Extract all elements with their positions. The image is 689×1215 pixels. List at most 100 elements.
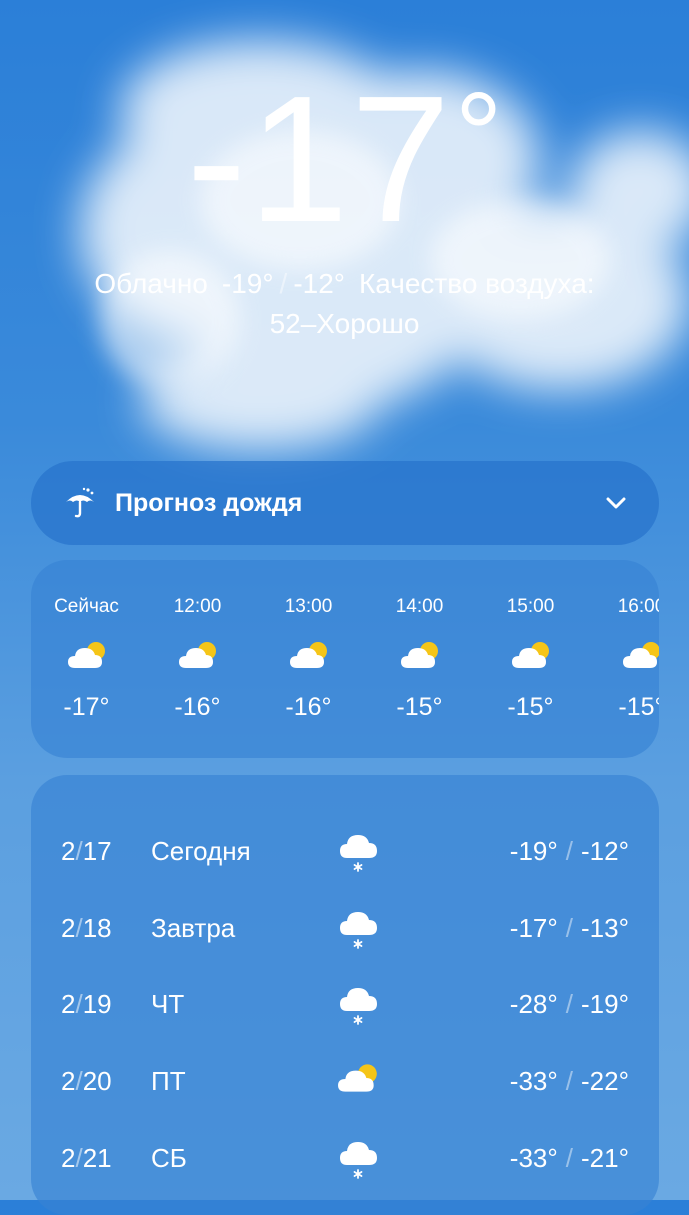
hourly-item: Сейчас -17° [31, 560, 142, 758]
temp-separator: / [565, 836, 574, 866]
daily-row[interactable]: 2/21 СБ -33° / -21° [31, 1127, 659, 1187]
date-separator: / [75, 1143, 83, 1173]
daily-day: 20 [82, 1066, 112, 1096]
date-separator: / [75, 989, 83, 1019]
current-summary[interactable]: Облачно -19° / -12° Качество воздуха: 52–Хор… [40, 264, 649, 344]
hourly-temp: -16° [174, 693, 221, 721]
daily-day-name: Завтра [151, 913, 236, 943]
snow-icon [340, 835, 377, 872]
hourly-time: 12:00 [173, 596, 222, 617]
daily-icon [337, 1060, 381, 1104]
hourly-time: Сейчас [54, 596, 119, 617]
hourly-item: 15:00 -15° [475, 560, 586, 758]
snow-icon [340, 988, 377, 1025]
daily-low: -33° [509, 1066, 558, 1096]
daily-day: 19 [82, 989, 112, 1019]
daily-low: -28° [509, 989, 558, 1019]
daily-icon [337, 907, 381, 951]
current-high: -12° [293, 268, 345, 299]
daily-temps: -17° / -13° [510, 913, 629, 944]
current-temperature: -17° [0, 70, 689, 250]
hourly-forecast-list[interactable]: Сейчас -17° 12:00 -16° 13:00 -16° 14:00 -15° 15:… [31, 560, 659, 758]
daily-day-name: Сегодня [151, 836, 251, 866]
daily-day: 17 [82, 836, 112, 866]
temp-separator: / [565, 1066, 574, 1096]
hourly-temp: -15° [396, 693, 443, 721]
daily-day-name: СБ [151, 1143, 187, 1173]
degree-symbol: ° [454, 68, 505, 202]
partly-cloudy-icon [290, 642, 327, 668]
air-quality-value: 52–Хорошо [269, 308, 420, 339]
daily-high: -12° [581, 836, 629, 866]
hourly-time: 14:00 [395, 596, 444, 617]
daily-date: 2/19 [61, 989, 112, 1020]
partly-cloudy-icon [179, 642, 216, 668]
daily-row[interactable]: 2/18 Завтра -17° / -13° [31, 897, 659, 957]
daily-date: 2/18 [61, 913, 112, 944]
partly-cloudy-icon [401, 642, 438, 668]
daily-month: 2 [61, 913, 76, 943]
hourly-temp: -17° [63, 693, 110, 721]
hourly-icon [178, 638, 220, 672]
daily-temps: -33° / -21° [510, 1143, 629, 1174]
hourly-time: 13:00 [284, 596, 333, 617]
hourly-icon [400, 638, 442, 672]
daily-month: 2 [61, 989, 76, 1019]
hourly-icon [511, 638, 553, 672]
hourly-temp: -16° [285, 693, 332, 721]
hourly-icon [67, 638, 109, 672]
partly-cloudy-icon [338, 1064, 377, 1092]
daily-low: -33° [509, 1143, 558, 1173]
daily-forecast-card[interactable]: 2/17 Сегодня -19° / -12° 2/18 Завтра -17° / -13° 2… [31, 775, 659, 1215]
daily-month: 2 [61, 1143, 76, 1173]
daily-date: 2/20 [61, 1066, 112, 1097]
daily-icon [337, 1137, 381, 1181]
chevron-down-icon[interactable] [603, 490, 629, 516]
temp-separator: / [565, 1143, 574, 1173]
daily-high: -13° [581, 913, 629, 943]
hourly-item: 13:00 -16° [253, 560, 364, 758]
air-quality-label: Качество воздуха: [359, 268, 595, 299]
daily-low: -19° [509, 836, 558, 866]
hourly-icon [622, 638, 659, 672]
hourly-temp: -15° [507, 693, 554, 721]
temp-separator: / [565, 913, 574, 943]
daily-date: 2/17 [61, 836, 112, 867]
date-separator: / [75, 913, 83, 943]
daily-row[interactable]: 2/20 ПТ -33° / -22° [31, 1050, 659, 1110]
hourly-item: 16:00 -15° [586, 560, 659, 758]
daily-row[interactable]: 2/19 ЧТ -28° / -19° [31, 973, 659, 1033]
daily-date: 2/21 [61, 1143, 112, 1174]
low-high-separator: / [279, 268, 288, 299]
daily-icon [337, 983, 381, 1027]
hourly-temp: -15° [618, 693, 659, 721]
hourly-item: 12:00 -16° [142, 560, 253, 758]
daily-row[interactable]: 2/17 Сегодня -19° / -12° [31, 820, 659, 880]
daily-high: -22° [581, 1066, 629, 1096]
daily-day-name: ЧТ [151, 989, 185, 1019]
hourly-time: 15:00 [506, 596, 555, 617]
daily-low: -17° [509, 913, 558, 943]
rain-forecast-card[interactable]: Прогноз дождя [31, 461, 659, 545]
daily-day: 18 [82, 913, 112, 943]
daily-high: -19° [581, 989, 629, 1019]
snow-icon [340, 1142, 377, 1179]
hourly-item: 14:00 -15° [364, 560, 475, 758]
condition-text: Облачно [94, 268, 208, 299]
hourly-icon [289, 638, 331, 672]
current-low: -19° [221, 268, 274, 299]
temp-separator: / [565, 989, 574, 1019]
daily-month: 2 [61, 836, 76, 866]
hourly-time: 16:00 [617, 596, 659, 617]
hourly-forecast-card[interactable]: Сейчас -17° 12:00 -16° 13:00 -16° 14:00 -15° 15:… [31, 560, 659, 758]
snow-icon [340, 912, 377, 949]
date-separator: / [75, 836, 83, 866]
daily-month: 2 [61, 1066, 76, 1096]
current-temperature-value: -17 [186, 59, 453, 260]
daily-day-name: ПТ [151, 1066, 186, 1096]
daily-high: -21° [581, 1143, 629, 1173]
partly-cloudy-icon [512, 642, 549, 668]
umbrella-icon [66, 487, 94, 518]
daily-temps: -19° / -12° [510, 836, 629, 867]
date-separator: / [75, 1066, 83, 1096]
